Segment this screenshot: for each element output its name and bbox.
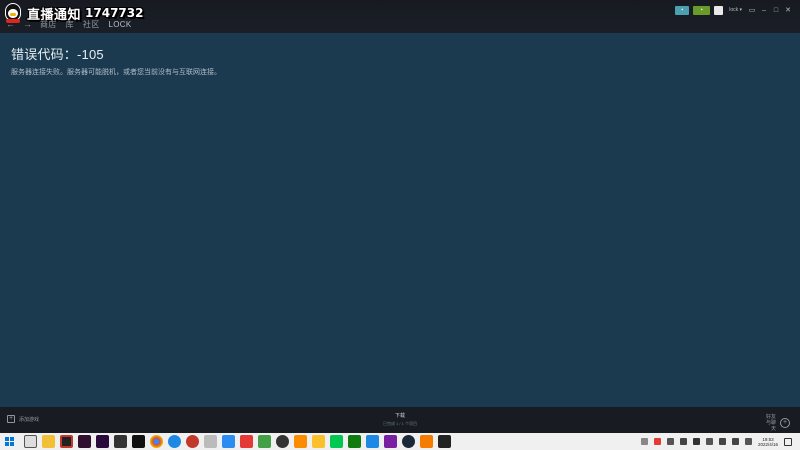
chat-plus-icon: +: [780, 418, 790, 428]
downloads-status: 已完成 1 / 1 个项目: [382, 421, 417, 426]
steam-header: 直播通知 1747732 ← → 商店 库 社区 LOCK ▪ ▪ lock ▾…: [0, 0, 800, 33]
language-icon[interactable]: [744, 438, 752, 445]
megaphone-icon: ▪: [681, 7, 684, 13]
back-arrow-icon[interactable]: ←: [6, 19, 15, 29]
app-amber-icon[interactable]: [420, 435, 433, 448]
qq-icon[interactable]: [692, 438, 700, 445]
xbox-icon[interactable]: [348, 435, 361, 448]
photoshop-icon[interactable]: [78, 435, 91, 448]
notifications-button[interactable]: ▪: [693, 5, 711, 15]
notepad-icon[interactable]: [204, 435, 217, 448]
chrome-icon[interactable]: [150, 435, 163, 448]
error-title: 错误代码：-105: [11, 47, 104, 62]
plus-icon: +: [7, 415, 15, 423]
error-message: 服务器连接失败。服务器可能脱机，或者您当前没有与互联网连接。: [11, 69, 221, 76]
main-nav: ← → 商店 库 社区 LOCK: [6, 18, 132, 30]
avatar[interactable]: [714, 5, 724, 15]
app-purple-icon[interactable]: [384, 435, 397, 448]
app-red-icon[interactable]: [240, 435, 253, 448]
nav-item-profile[interactable]: LOCK: [109, 20, 132, 29]
steam-footer: + 添加游戏 下载 已完成 1 / 1 个项目 好友与聊天 +: [0, 407, 800, 433]
broadcast-button[interactable]: ▪: [675, 5, 690, 15]
premiere-icon[interactable]: [96, 435, 109, 448]
screen-mode-icon[interactable]: ▭: [748, 6, 756, 15]
minimize-icon[interactable]: –: [760, 6, 768, 15]
tray-red-icon[interactable]: [653, 438, 661, 445]
clock[interactable]: 19:53 2022/4/16: [758, 437, 778, 447]
user-menu[interactable]: lock ▾: [727, 7, 744, 13]
tray-app-icon[interactable]: [640, 438, 648, 445]
windows-taskbar: 19:53 2022/4/16: [0, 433, 800, 450]
clock-date: 2022/4/16: [757, 441, 778, 447]
network-icon[interactable]: [718, 438, 726, 445]
add-game-label: 添加游戏: [19, 416, 40, 423]
obs-icon[interactable]: [114, 435, 127, 448]
terminal-icon[interactable]: [438, 435, 451, 448]
bell-icon: ▪: [700, 7, 703, 13]
keyboard-icon[interactable]: [705, 438, 713, 445]
app-dark-icon[interactable]: [276, 435, 289, 448]
downloads-button[interactable]: 下载 已完成 1 / 1 个项目: [360, 412, 440, 427]
app-orange-icon[interactable]: [294, 435, 307, 448]
steam-icon[interactable]: [402, 435, 415, 448]
app-blue-icon[interactable]: [222, 435, 235, 448]
maximize-icon[interactable]: □: [772, 6, 780, 15]
tray-up-icon[interactable]: [666, 438, 674, 445]
app-lime-icon[interactable]: [330, 435, 343, 448]
friends-chat-label: 好友与聊天: [765, 414, 776, 432]
nav-item-community[interactable]: 社区: [83, 19, 100, 30]
friends-chat-button[interactable]: 好友与聊天 +: [762, 414, 790, 432]
capture-app-icon[interactable]: [132, 435, 145, 448]
forward-arrow-icon[interactable]: →: [23, 19, 32, 29]
error-page: 错误代码：-105 服务器连接失败。服务器可能脱机，或者您当前没有与互联网连接。: [0, 33, 800, 407]
downloads-label: 下载: [394, 413, 405, 419]
edge-icon[interactable]: [168, 435, 181, 448]
file-explorer-icon[interactable]: [42, 435, 55, 448]
app-green-icon[interactable]: [258, 435, 271, 448]
media-app-icon[interactable]: [60, 435, 73, 448]
notification-icon[interactable]: [784, 437, 792, 446]
close-icon[interactable]: ✕: [784, 6, 792, 15]
header-controls: ▪ ▪ lock ▾ ▭ – □ ✕: [675, 5, 792, 15]
task-view-icon[interactable]: [24, 435, 37, 448]
app-yellow-icon[interactable]: [312, 435, 325, 448]
windows-start-icon[interactable]: [5, 437, 14, 446]
volume-icon[interactable]: [731, 438, 739, 445]
opera-icon[interactable]: [186, 435, 199, 448]
microphone-icon[interactable]: [679, 438, 687, 445]
taskbar-apps: [24, 435, 451, 448]
app-azure-icon[interactable]: [366, 435, 379, 448]
add-game-button[interactable]: + 添加游戏: [7, 415, 39, 423]
nav-item-store[interactable]: 商店: [40, 19, 57, 30]
system-tray: 19:53 2022/4/16: [640, 435, 792, 448]
nav-item-library[interactable]: 库: [66, 19, 74, 30]
